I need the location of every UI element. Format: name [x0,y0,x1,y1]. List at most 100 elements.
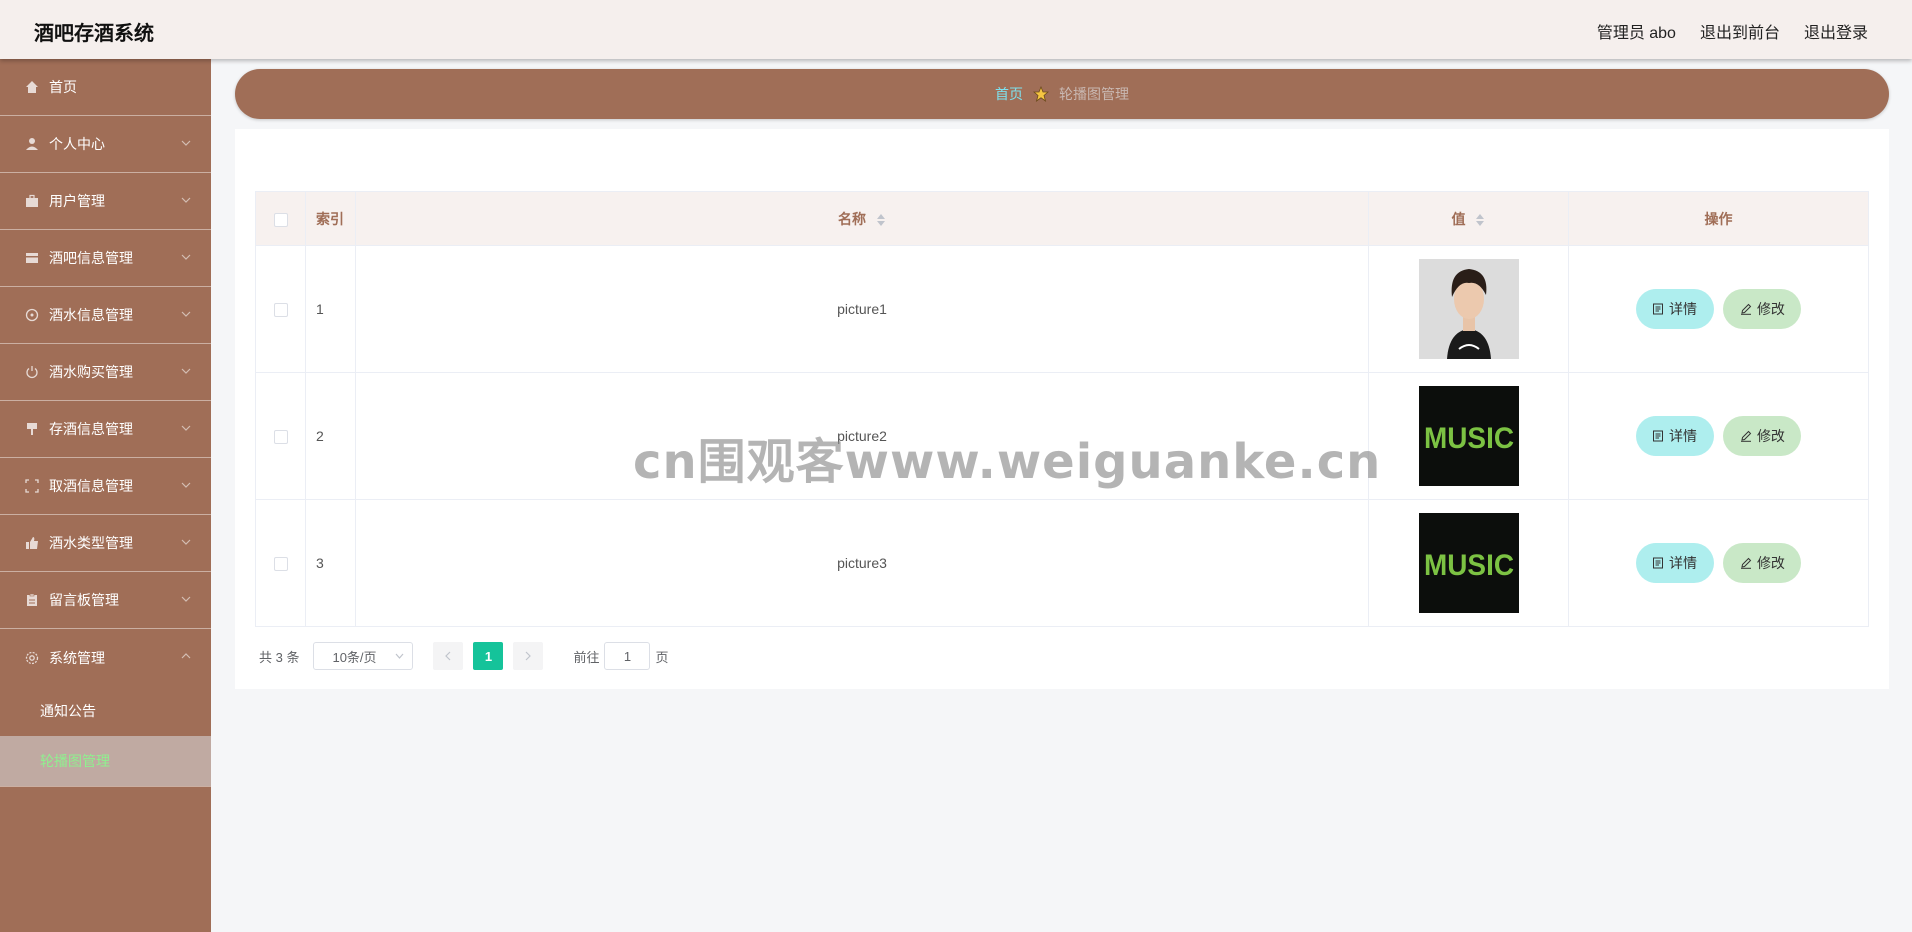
music-thumbnail[interactable]: MUSIC [1418,513,1519,613]
header-name-label: 名称 [838,210,867,227]
admin-name: 管理员 abo [1596,25,1676,42]
page-number-current[interactable]: 1 [473,642,504,670]
chevron-right-icon [526,651,532,661]
content-panel: 索引 名称 值 操作 1 picture1 详情 修改 2 picture2 M… [235,129,1889,689]
sort-icon[interactable] [1475,213,1485,227]
prev-page-button[interactable] [433,642,464,670]
select-all-checkbox[interactable] [273,212,288,227]
goto-suffix: 页 [655,649,669,665]
sidebar-subitem-carousel[interactable]: 轮播图管理 [0,736,211,786]
chevron-down-icon [181,140,191,146]
sort-icon[interactable] [876,213,886,227]
table-row: 2 picture2 MUSIC 详情 修改 [255,372,1869,500]
sidebar-item-user-management[interactable]: 用户管理 [0,173,211,230]
header-value-label: 值 [1451,210,1466,227]
sidebar-item-message-board[interactable]: 留言板管理 [0,572,211,629]
sidebar-item-label: 存酒信息管理 [49,421,133,437]
app-title: 酒吧存酒系统 [34,23,154,45]
edit-button[interactable]: 修改 [1723,416,1802,456]
document-icon [1653,430,1664,442]
detail-button-label: 详情 [1669,301,1698,317]
row-value-cell: MUSIC [1368,499,1569,627]
sidebar-item-label: 酒水购买管理 [49,364,133,380]
carousel-table: 索引 名称 值 操作 1 picture1 详情 修改 2 picture2 M… [255,191,1869,627]
exit-to-front-link[interactable]: 退出到前台 [1700,19,1780,43]
chevron-down-icon [181,539,191,545]
sidebar-item-drink-info[interactable]: 酒水信息管理 [0,287,211,344]
row-check-cell [255,372,306,500]
sidebar-item-system-management[interactable]: 系统管理 [0,629,211,686]
page-size-value: 10条/页 [332,649,377,665]
chevron-down-icon [181,311,191,317]
pencil-icon [1740,557,1752,569]
sidebar-item-wine-storage[interactable]: 存酒信息管理 [0,401,211,458]
sidebar-item-label: 酒水信息管理 [49,307,133,323]
sidebar-item-bar-info[interactable]: 酒吧信息管理 [0,230,211,287]
sidebar-item-label: 首页 [49,79,77,95]
goto-page-input[interactable] [604,642,651,670]
sidebar-item-label: 留言板管理 [49,592,119,608]
table-row: 1 picture1 详情 修改 [255,245,1869,373]
pagination: 共 3 条 10条/页 1 前往 页 [259,642,669,670]
breadcrumb-home-link[interactable]: 首页 [995,84,1023,104]
brush-icon [24,421,40,437]
dial-icon [24,307,40,323]
frame-icon [24,478,40,494]
chevron-up-icon [181,653,191,659]
sidebar-item-personal-center[interactable]: 个人中心 [0,116,211,173]
page-size-select[interactable]: 10条/页 [313,642,414,670]
clipboard-icon [24,592,40,608]
logout-link[interactable]: 退出登录 [1804,19,1868,43]
edit-button[interactable]: 修改 [1723,289,1802,329]
edit-button-label: 修改 [1756,428,1785,444]
next-page-button[interactable] [513,642,544,670]
document-icon [1653,303,1664,315]
sidebar-item-label: 个人中心 [49,136,105,152]
row-index: 1 [305,245,356,373]
sidebar-item-label: 取酒信息管理 [49,478,133,494]
header-value[interactable]: 值 [1368,191,1569,246]
sidebar-subitem-notice[interactable]: 通知公告 [0,686,211,736]
row-checkbox[interactable] [273,430,288,445]
row-value-cell: MUSIC [1368,372,1569,500]
select-all-cell [255,191,306,246]
detail-button[interactable]: 详情 [1635,289,1714,329]
chevron-down-icon [181,254,191,260]
row-checkbox[interactable] [273,557,288,572]
sidebar-item-wine-retrieval[interactable]: 取酒信息管理 [0,458,211,515]
edit-button-label: 修改 [1756,555,1785,571]
user-icon [24,136,40,152]
card-icon [24,250,40,266]
edit-button-label: 修改 [1756,301,1785,317]
sidebar-item-label: 酒水类型管理 [49,535,133,551]
breadcrumb: 首页 轮播图管理 [235,69,1889,119]
sidebar-item-drink-purchase[interactable]: 酒水购买管理 [0,344,211,401]
table-header-row: 索引 名称 值 操作 [255,191,1869,246]
detail-button[interactable]: 详情 [1635,543,1714,583]
music-thumbnail[interactable]: MUSIC [1418,386,1519,486]
row-checkbox[interactable] [273,303,288,318]
sidebar-item-drink-type[interactable]: 酒水类型管理 [0,515,211,572]
row-name: picture3 [355,499,1369,627]
home-icon [24,79,40,95]
table-row: 3 picture3 MUSIC 详情 修改 [255,499,1869,627]
sidebar-item-home[interactable]: 首页 [0,59,211,116]
top-header: 酒吧存酒系统 管理员 abo 退出到前台 退出登录 [0,0,1912,59]
row-ops-cell: 详情 修改 [1568,245,1869,373]
header-actions: 管理员 abo 退出到前台 退出登录 [1597,19,1868,43]
edit-button[interactable]: 修改 [1723,543,1802,583]
header-name[interactable]: 名称 [355,191,1369,246]
portrait-thumbnail[interactable] [1418,259,1519,359]
header-index: 索引 [305,191,356,246]
svg-text:MUSIC: MUSIC [1424,549,1514,582]
pencil-icon [1740,303,1752,315]
detail-button-label: 详情 [1669,555,1698,571]
chevron-down-icon [181,596,191,602]
detail-button[interactable]: 详情 [1635,416,1714,456]
pencil-icon [1740,430,1752,442]
sidebar-item-label: 系统管理 [49,649,105,666]
breadcrumb-current: 轮播图管理 [1059,86,1129,102]
svg-text:MUSIC: MUSIC [1424,422,1514,455]
row-value-cell [1368,245,1569,373]
pagination-total: 共 3 条 [259,649,300,665]
